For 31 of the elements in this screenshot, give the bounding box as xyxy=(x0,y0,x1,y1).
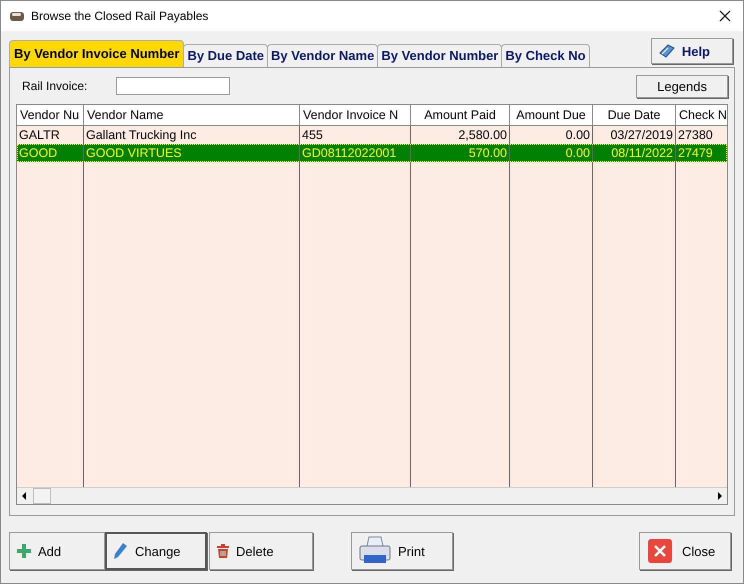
plus-icon xyxy=(16,543,32,559)
pencil-icon xyxy=(113,542,129,560)
column-header[interactable]: Vendor Nu xyxy=(17,105,84,125)
print-button[interactable]: Print xyxy=(351,532,453,570)
table-row[interactable]: GOOD GOOD VIRTUES GD08112022001 570.00 0.00 08/11/2022 27479 xyxy=(17,144,727,162)
change-button[interactable]: Change xyxy=(105,532,207,570)
input-field[interactable] xyxy=(116,77,230,95)
printer-icon xyxy=(358,536,392,566)
book-icon xyxy=(658,43,676,59)
legends-button[interactable]: Legends xyxy=(636,74,728,98)
tab[interactable]: By Vendor Invoice Number xyxy=(9,40,184,67)
column-header[interactable]: Vendor Name xyxy=(84,105,300,125)
trash-icon xyxy=(216,543,230,559)
tab[interactable]: By Check No xyxy=(501,44,590,67)
column-header[interactable]: Check N xyxy=(676,105,727,125)
close-icon[interactable] xyxy=(719,10,731,22)
column-header[interactable]: Amount Due xyxy=(510,105,593,125)
close-button[interactable]: Close xyxy=(639,532,731,570)
field-label: Rail Invoice: xyxy=(22,79,88,93)
delete-button[interactable]: Delete xyxy=(209,532,313,570)
help-button[interactable]: Help xyxy=(650,38,733,64)
horizontal-scrollbar[interactable] xyxy=(17,487,727,504)
close-icon xyxy=(648,539,672,563)
table-row[interactable]: GALTR Gallant Trucking Inc 455 2,580.00 0.00 03/27/2019 27380 xyxy=(17,126,727,144)
add-button[interactable]: Add xyxy=(9,532,105,570)
column-header[interactable]: Vendor Invoice N xyxy=(300,105,411,125)
column-header[interactable]: Amount Paid xyxy=(411,105,510,125)
window-title: Browse the Closed Rail Payables xyxy=(31,9,210,23)
column-header[interactable]: Due Date xyxy=(593,105,676,125)
window-icon xyxy=(9,9,25,23)
scroll-thumb[interactable] xyxy=(33,488,51,504)
